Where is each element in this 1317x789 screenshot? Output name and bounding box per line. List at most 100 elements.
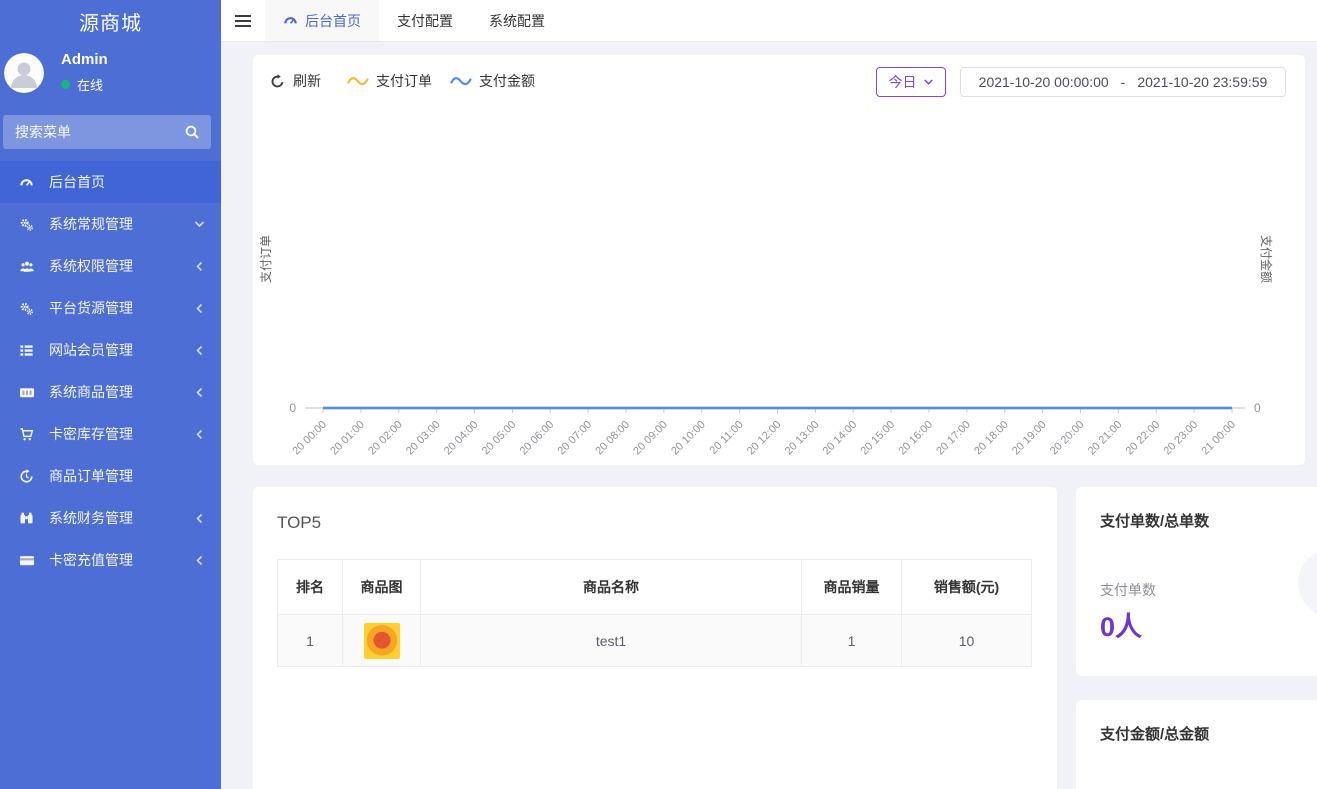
sidebar-item-label: 卡密库存管理: [49, 424, 195, 444]
chevron-left-icon: [195, 261, 205, 272]
tab-label: 后台首页: [305, 11, 361, 31]
sidebar-item-5[interactable]: 系统商品管理: [0, 371, 221, 413]
history-icon: [19, 469, 37, 484]
stat-card-amount-title: 支付金额/总金额: [1100, 723, 1317, 744]
sidebar-item-label: 系统商品管理: [49, 382, 195, 402]
search-input[interactable]: [3, 115, 211, 149]
online-status-label: 在线: [77, 75, 103, 94]
legend-item-1[interactable]: 支付金额: [450, 71, 535, 91]
legend-item-0[interactable]: 支付订单: [347, 71, 432, 91]
sidebar-item-3[interactable]: 平台货源管理: [0, 287, 221, 329]
stat-card-amount: 支付金额/总金额: [1076, 700, 1317, 789]
sidebar-item-0[interactable]: 后台首页: [0, 161, 221, 203]
column-header: 排名: [278, 560, 343, 615]
table-cell: 1: [802, 615, 902, 667]
table-header-row: 排名商品图商品名称商品销量销售额(元): [278, 560, 1032, 615]
product-image-cell: [343, 615, 421, 667]
user-panel: Admin 在线: [0, 38, 221, 103]
credit-card-icon: [19, 553, 37, 568]
svg-text:20 03:00: 20 03:00: [404, 419, 443, 458]
sidebar-item-label: 后台首页: [49, 172, 205, 192]
svg-text:20 00:00: 20 00:00: [290, 419, 329, 458]
svg-text:20 14:00: 20 14:00: [821, 419, 860, 458]
svg-text:20 05:00: 20 05:00: [480, 419, 519, 458]
svg-text:20 17:00: 20 17:00: [934, 419, 973, 458]
legend-label: 支付金额: [479, 71, 535, 91]
avatar[interactable]: [4, 53, 44, 93]
sidebar-item-6[interactable]: 卡密库存管理: [0, 413, 221, 455]
list-icon: [19, 343, 37, 358]
svg-text:20 20:00: 20 20:00: [1048, 419, 1087, 458]
svg-text:20 09:00: 20 09:00: [631, 419, 670, 458]
refresh-icon: [270, 74, 285, 89]
sidebar-item-label: 卡密充值管理: [49, 550, 195, 570]
svg-text:20 15:00: 20 15:00: [858, 419, 897, 458]
sidebar-item-8[interactable]: 系统财务管理: [0, 497, 221, 539]
hamburger-icon[interactable]: [221, 0, 265, 41]
main-content: 刷新 支付订单支付金额 今日 2021-10-20 00:00:00 - 202…: [221, 42, 1317, 789]
svg-text:支付金额: 支付金额: [1259, 235, 1274, 283]
svg-text:20 12:00: 20 12:00: [745, 419, 784, 458]
chart-toolbar: 刷新 支付订单 支付金额: [270, 71, 535, 91]
svg-text:0: 0: [1254, 401, 1261, 415]
refresh-button[interactable]: 刷新: [270, 71, 321, 91]
search-icon[interactable]: [184, 124, 200, 140]
sidebar-menu: 后台首页系统常规管理系统权限管理平台货源管理网站会员管理系统商品管理卡密库存管理…: [0, 161, 221, 581]
sidebar-item-9[interactable]: 卡密充值管理: [0, 539, 221, 581]
date-separator: -: [1121, 74, 1126, 90]
chevron-down-icon: [194, 219, 205, 229]
tab-2[interactable]: 系统配置: [471, 0, 563, 41]
sidebar-item-1[interactable]: 系统常规管理: [0, 203, 221, 245]
chevron-down-icon: [923, 77, 934, 87]
column-header: 商品名称: [421, 560, 802, 615]
tab-1[interactable]: 支付配置: [379, 0, 471, 41]
chevron-left-icon: [195, 429, 205, 440]
stat-card-orders-title: 支付单数/总单数: [1100, 510, 1317, 531]
sidebar-item-2[interactable]: 系统权限管理: [0, 245, 221, 287]
online-status-dot: [61, 80, 70, 89]
cart-icon: [19, 427, 37, 442]
user-name: Admin: [61, 51, 108, 68]
svg-text:支付订单: 支付订单: [259, 235, 273, 283]
column-header: 商品销量: [802, 560, 902, 615]
chart-legend: 支付订单 支付金额: [347, 71, 535, 91]
app-title: 源商城: [0, 0, 221, 38]
gears-icon: [19, 217, 37, 232]
chevron-left-icon: [195, 303, 205, 314]
sidebar-item-label: 商品订单管理: [49, 466, 205, 486]
stat-card-orders-label: 支付单数: [1100, 580, 1317, 600]
svg-text:20 22:00: 20 22:00: [1124, 419, 1163, 458]
sidebar: 源商城 Admin 在线 后台首页系统常规管理系统权限管理平台货源管理网站会员管…: [0, 0, 221, 789]
svg-text:20 10:00: 20 10:00: [669, 419, 708, 458]
date-range-input[interactable]: 2021-10-20 00:00:00 - 2021-10-20 23:59:5…: [960, 67, 1286, 97]
sidebar-item-label: 系统权限管理: [49, 256, 195, 276]
line-chart: 20 00:0020 01:0020 02:0020 03:0020 04:00…: [253, 116, 1305, 466]
sidebar-item-label: 系统常规管理: [49, 214, 194, 234]
chevron-left-icon: [195, 513, 205, 524]
user-status: 在线: [61, 75, 108, 94]
topbar: 后台首页支付配置系统配置: [221, 0, 1317, 42]
sidebar-item-7[interactable]: 商品订单管理: [0, 455, 221, 497]
svg-text:20 07:00: 20 07:00: [555, 419, 594, 458]
search-box: [3, 115, 211, 149]
table-cell: test1: [421, 615, 802, 667]
svg-text:20 04:00: 20 04:00: [442, 419, 481, 458]
card-icon: [19, 385, 37, 400]
tab-0[interactable]: 后台首页: [265, 0, 379, 41]
svg-text:20 01:00: 20 01:00: [328, 419, 367, 458]
table-cell: 1: [278, 615, 343, 667]
chart-panel: 刷新 支付订单支付金额 今日 2021-10-20 00:00:00 - 202…: [253, 55, 1305, 465]
svg-text:20 13:00: 20 13:00: [783, 419, 822, 458]
sidebar-item-4[interactable]: 网站会员管理: [0, 329, 221, 371]
range-select-button[interactable]: 今日: [876, 67, 946, 97]
svg-text:20 11:00: 20 11:00: [708, 419, 746, 457]
svg-text:20 06:00: 20 06:00: [518, 419, 557, 458]
tab-label: 系统配置: [489, 11, 545, 31]
chevron-left-icon: [195, 387, 205, 398]
stat-card-orders: 支付单数/总单数 支付单数 0人: [1076, 487, 1317, 676]
chevron-left-icon: [195, 555, 205, 566]
user-icon: [4, 53, 44, 93]
column-header: 销售额(元): [902, 560, 1032, 615]
svg-text:20 16:00: 20 16:00: [896, 419, 935, 458]
range-select-label: 今日: [889, 72, 917, 92]
